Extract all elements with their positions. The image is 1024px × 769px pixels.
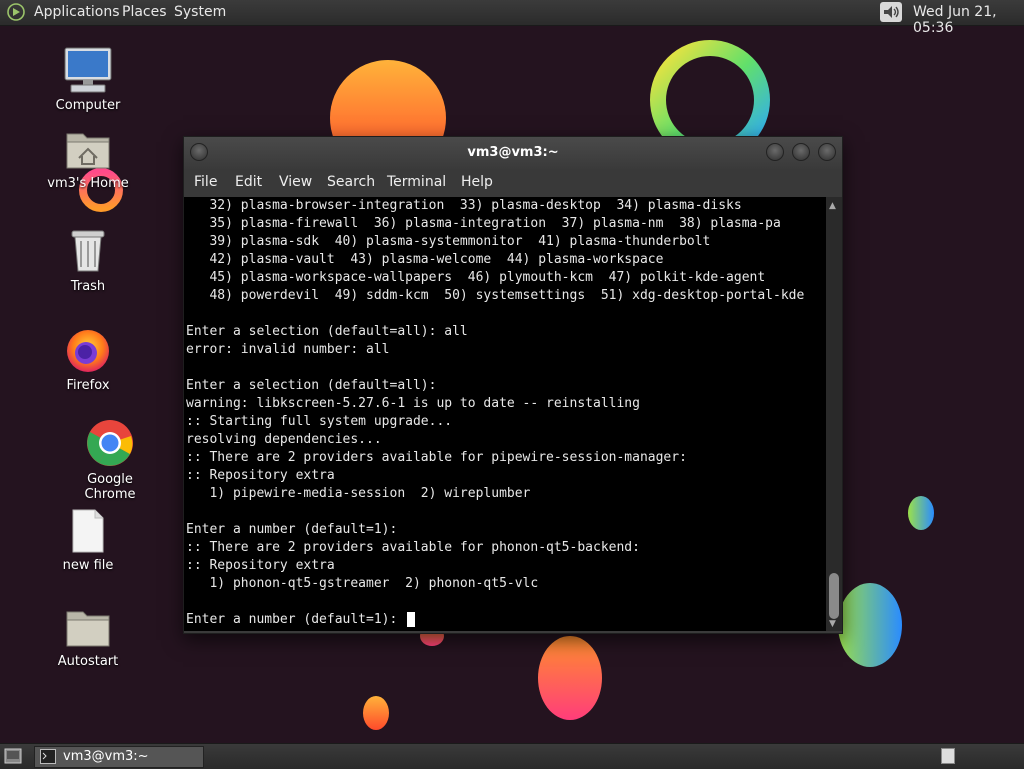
terminal-scrollbar[interactable]: ▲ ▼ <box>826 197 842 631</box>
terminal-line: :: There are 2 providers available for p… <box>186 450 687 465</box>
desktop-icon-label: Trash <box>70 279 106 294</box>
menu-edit[interactable]: Edit <box>235 174 262 190</box>
terminal-line: resolving dependencies... <box>186 432 382 447</box>
terminal-line: 39) plasma-sdk 40) plasma-systemmonitor … <box>186 234 711 249</box>
window-title: vm3@vm3:~ <box>467 145 559 160</box>
text-cursor <box>407 612 416 627</box>
desktop-icon-trash[interactable]: Trash <box>38 227 138 294</box>
terminal-window[interactable]: vm3@vm3:~ File Edit View Search Terminal… <box>183 136 843 634</box>
volume-icon[interactable] <box>880 2 902 22</box>
desktop-icon-chrome[interactable]: Google Chrome <box>60 418 160 502</box>
terminal-prompt: Enter a number (default=1): <box>186 612 406 627</box>
close-button[interactable] <box>818 143 836 161</box>
menu-system[interactable]: System <box>174 4 226 20</box>
terminal-line: 48) powerdevil 49) sddm-kcm 50) systemse… <box>186 288 805 303</box>
menu-view[interactable]: View <box>279 174 312 190</box>
desktop-icon-label: Computer <box>55 98 121 113</box>
terminal-titlebar[interactable]: vm3@vm3:~ <box>184 137 842 169</box>
terminal-line: Enter a number (default=1): <box>186 522 398 537</box>
terminal-line: 35) plasma-firewall 36) plasma-integrati… <box>186 216 781 231</box>
terminal-line: 1) pipewire-media-session 2) wireplumber <box>186 486 531 501</box>
terminal-line: :: Repository extra <box>186 468 335 483</box>
taskbar-terminal-button[interactable]: vm3@vm3:~ <box>34 746 204 768</box>
terminal-line: warning: libkscreen-5.27.6-1 is up to da… <box>186 396 640 411</box>
terminal-line: 45) plasma-workspace-wallpapers 46) plym… <box>186 270 766 285</box>
terminal-line: :: Repository extra <box>186 558 335 573</box>
trash-icon <box>71 230 105 272</box>
file-icon <box>72 509 104 553</box>
scroll-up-arrow-icon[interactable]: ▲ <box>829 201 836 211</box>
desktop-icon-autostart[interactable]: Autostart <box>38 608 138 669</box>
desktop-icon-firefox[interactable]: Firefox <box>38 326 138 393</box>
terminal-line: 32) plasma-browser-integration 33) plasm… <box>186 198 742 213</box>
desktop-icon-label: Google Chrome <box>84 472 136 502</box>
terminal-icon <box>40 749 56 764</box>
terminal-line: Enter a selection (default=all): all <box>186 324 468 339</box>
scroll-down-arrow-icon[interactable]: ▼ <box>829 619 836 629</box>
top-panel: Applications Places System Wed Jun 21, 0… <box>0 0 1024 36</box>
home-folder-icon <box>66 133 110 169</box>
folder-icon <box>66 611 110 647</box>
terminal-line: 1) phonon-qt5-gstreamer 2) phonon-qt5-vl… <box>186 576 539 591</box>
menu-file[interactable]: File <box>194 174 217 190</box>
desktop-icon-home[interactable]: vm3's Home <box>38 128 138 191</box>
desktop-icon-new-file[interactable]: new file <box>38 508 138 573</box>
scrollbar-thumb[interactable] <box>829 573 839 619</box>
terminal-menubar: File Edit View Search Terminal Help <box>184 169 842 197</box>
terminal-line: error: invalid number: all <box>186 342 390 357</box>
chrome-icon <box>87 420 133 466</box>
desktop-icon-label: Autostart <box>57 654 119 669</box>
menu-places[interactable]: Places <box>122 4 167 20</box>
maximize-button[interactable] <box>792 143 810 161</box>
menu-terminal[interactable]: Terminal <box>387 174 446 190</box>
taskbar-button-label: vm3@vm3:~ <box>63 749 149 764</box>
distro-logo-icon[interactable] <box>6 3 26 21</box>
panel-clock[interactable]: Wed Jun 21, 05:36 <box>913 4 1024 36</box>
menu-applications[interactable]: Applications <box>34 4 120 20</box>
terminal-prompt-line[interactable]: Enter a number (default=1): <box>184 611 826 629</box>
terminal-line: :: There are 2 providers available for p… <box>186 540 640 555</box>
minimize-button[interactable] <box>766 143 784 161</box>
firefox-icon <box>67 330 109 372</box>
terminal-line: :: Starting full system upgrade... <box>186 414 453 429</box>
terminal-line: Enter a selection (default=all): <box>186 378 437 393</box>
desktop-icon-label: Firefox <box>66 378 110 393</box>
workspace-switcher-icon[interactable] <box>941 748 955 764</box>
terminal-output[interactable]: 32) plasma-browser-integration 33) plasm… <box>184 197 826 631</box>
menu-help[interactable]: Help <box>461 174 493 190</box>
terminal-line: 42) plasma-vault 43) plasma-welcome 44) … <box>186 252 664 267</box>
show-desktop-icon[interactable] <box>4 748 22 764</box>
computer-icon <box>64 47 112 93</box>
desktop-icon-label: vm3's Home <box>47 176 129 191</box>
desktop-icon-label: new file <box>62 558 114 573</box>
bottom-panel: vm3@vm3:~ <box>0 743 1024 769</box>
desktop-icon-computer[interactable]: Computer <box>38 46 138 113</box>
menu-search[interactable]: Search <box>327 174 375 190</box>
